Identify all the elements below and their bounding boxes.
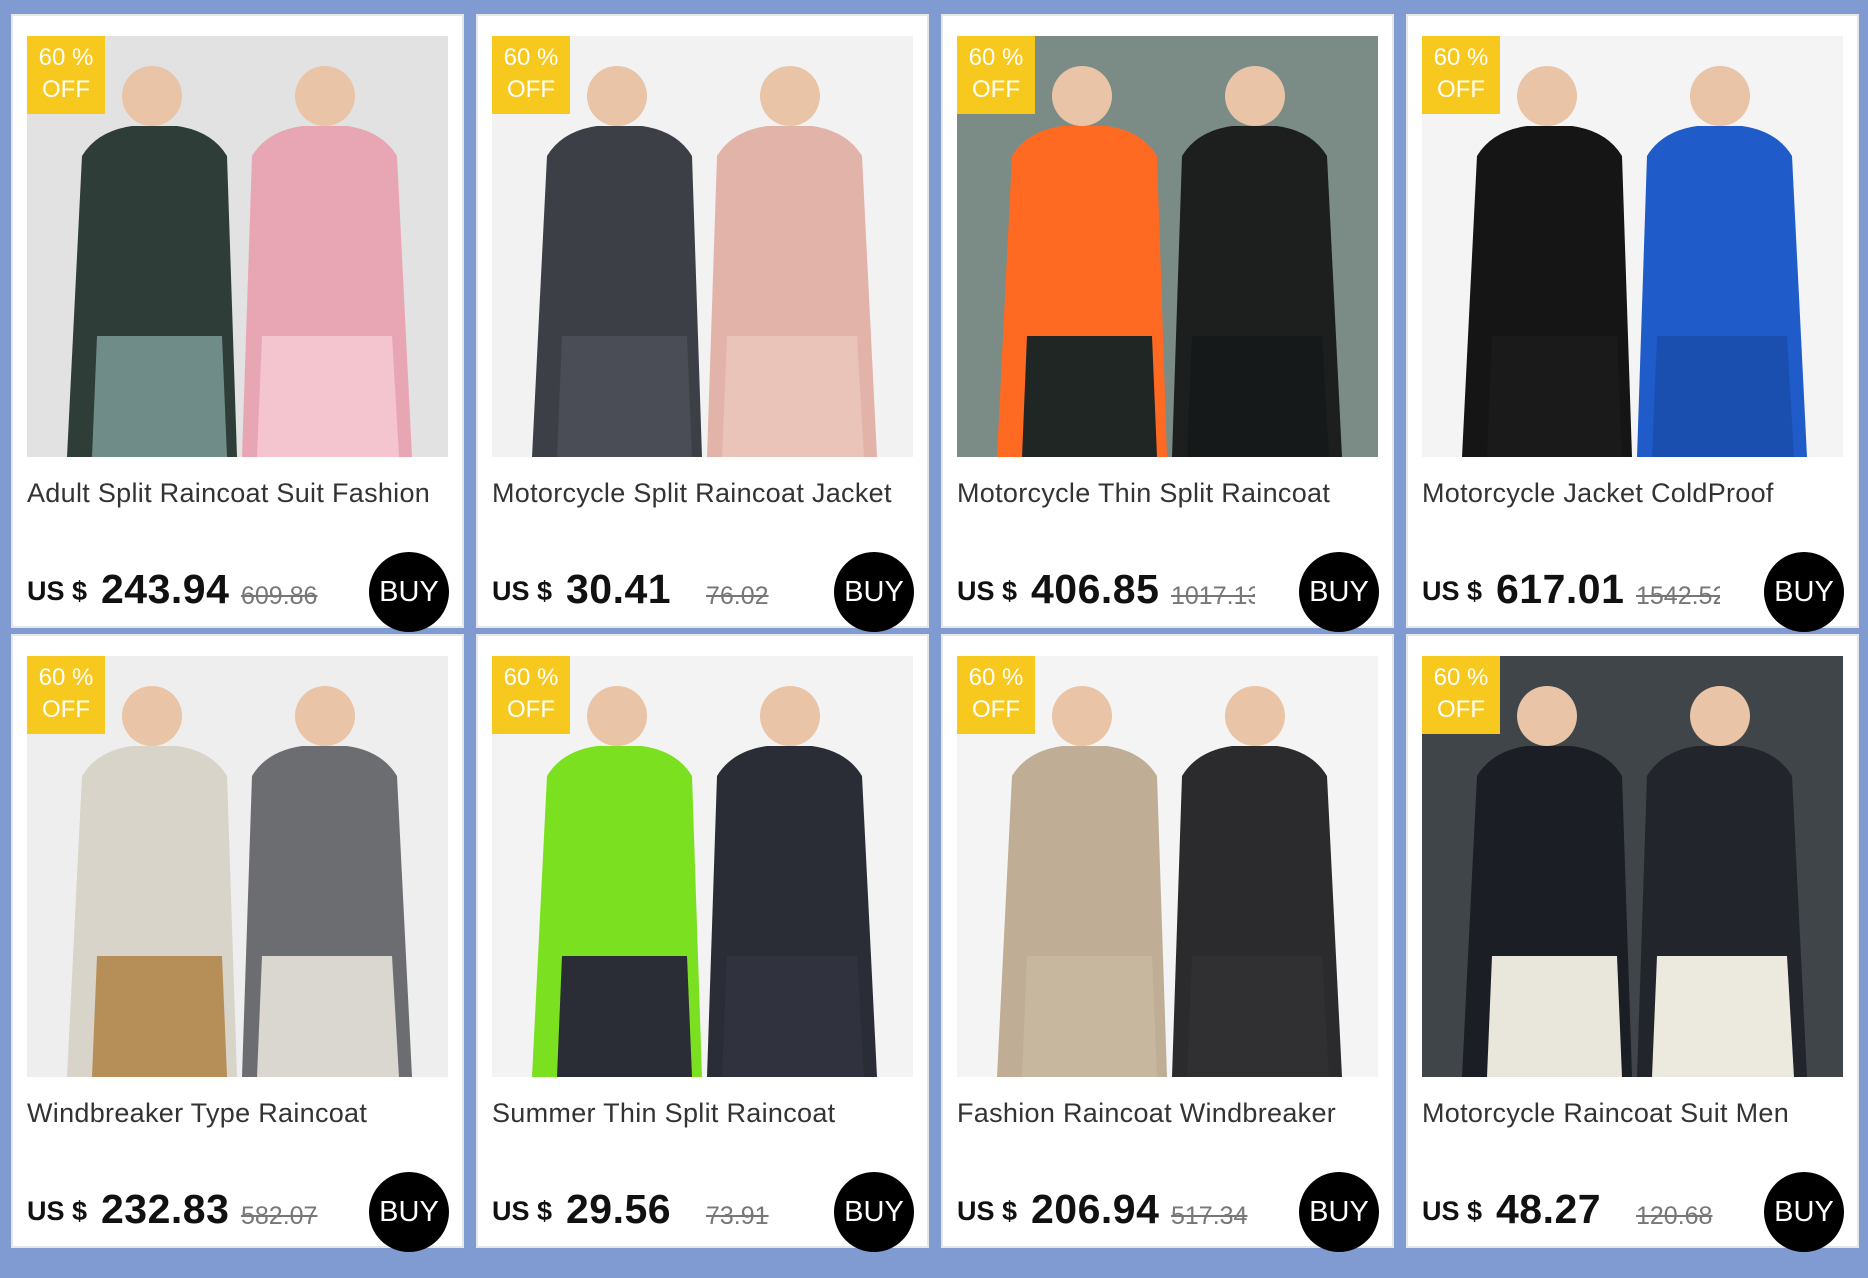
product-title[interactable]: Adult Split Raincoat Suit Fashion bbox=[27, 478, 452, 509]
product-title[interactable]: Summer Thin Split Raincoat bbox=[492, 1098, 917, 1129]
original-price: 582.07 bbox=[241, 1202, 318, 1230]
sale-price: 232.83 bbox=[101, 1186, 230, 1232]
discount-badge: 60 % OFF bbox=[492, 656, 570, 734]
product-card[interactable]: 60 % OFF Motorcycle Split Raincoat Jacke… bbox=[476, 14, 929, 632]
discount-off-label: OFF bbox=[507, 696, 555, 723]
original-price: 1017.13 bbox=[1171, 582, 1255, 610]
sale-price: 243.94 bbox=[101, 566, 230, 612]
currency-label: US $ bbox=[27, 1196, 88, 1226]
discount-off-label: OFF bbox=[1437, 76, 1485, 103]
discount-off-label: OFF bbox=[42, 696, 90, 723]
product-card[interactable]: 60 % OFF Motorcycle Thin Split Raincoat … bbox=[941, 14, 1394, 632]
product-title[interactable]: Fashion Raincoat Windbreaker bbox=[957, 1098, 1382, 1129]
product-title[interactable]: Motorcycle Thin Split Raincoat bbox=[957, 478, 1382, 509]
sale-price: 206.94 bbox=[1031, 1186, 1160, 1232]
discount-off-label: OFF bbox=[42, 76, 90, 103]
discount-badge: 60 % OFF bbox=[1422, 656, 1500, 734]
original-price: 609.86 bbox=[241, 582, 318, 610]
currency-label: US $ bbox=[957, 576, 1018, 606]
currency-label: US $ bbox=[1422, 1196, 1483, 1226]
discount-badge: 60 % OFF bbox=[492, 36, 570, 114]
buy-button[interactable]: BUY bbox=[1764, 552, 1844, 632]
product-title[interactable]: Windbreaker Type Raincoat bbox=[27, 1098, 452, 1129]
product-title[interactable]: Motorcycle Jacket ColdProof bbox=[1422, 478, 1847, 509]
product-card[interactable]: 60 % OFF Motorcycle Jacket ColdProof US … bbox=[1406, 14, 1859, 632]
original-price: 120.68 bbox=[1636, 1202, 1713, 1230]
original-price: 76.02 bbox=[706, 582, 769, 610]
product-card[interactable]: 60 % OFF Fashion Raincoat Windbreaker US… bbox=[941, 634, 1394, 1252]
product-title[interactable]: Motorcycle Raincoat Suit Men bbox=[1422, 1098, 1847, 1129]
discount-percent: 60 % bbox=[38, 44, 94, 71]
currency-label: US $ bbox=[1422, 576, 1483, 606]
discount-off-label: OFF bbox=[972, 696, 1020, 723]
sale-price: 406.85 bbox=[1031, 566, 1160, 612]
discount-percent: 60 % bbox=[503, 44, 559, 71]
buy-button[interactable]: BUY bbox=[1299, 1172, 1379, 1252]
discount-badge: 60 % OFF bbox=[957, 656, 1035, 734]
buy-button[interactable]: BUY bbox=[1764, 1172, 1844, 1252]
currency-label: US $ bbox=[27, 576, 88, 606]
buy-button[interactable]: BUY bbox=[834, 1172, 914, 1252]
discount-percent: 60 % bbox=[503, 664, 559, 691]
buy-button[interactable]: BUY bbox=[1299, 552, 1379, 632]
sale-price: 30.41 bbox=[566, 566, 672, 612]
discount-off-label: OFF bbox=[1437, 696, 1485, 723]
product-card[interactable]: 60 % OFF Windbreaker Type Raincoat US $ … bbox=[11, 634, 464, 1252]
sale-price: 29.56 bbox=[566, 1186, 672, 1232]
original-price: 1542.52 bbox=[1636, 582, 1720, 610]
buy-button[interactable]: BUY bbox=[369, 552, 449, 632]
discount-off-label: OFF bbox=[507, 76, 555, 103]
currency-label: US $ bbox=[492, 576, 553, 606]
currency-label: US $ bbox=[957, 1196, 1018, 1226]
product-grid: 60 % OFF Adult Split Raincoat Suit Fashi… bbox=[11, 14, 1859, 1252]
buy-button[interactable]: BUY bbox=[834, 552, 914, 632]
discount-off-label: OFF bbox=[972, 76, 1020, 103]
discount-badge: 60 % OFF bbox=[27, 36, 105, 114]
discount-percent: 60 % bbox=[1433, 44, 1489, 71]
discount-percent: 60 % bbox=[1433, 664, 1489, 691]
discount-percent: 60 % bbox=[968, 44, 1024, 71]
buy-button[interactable]: BUY bbox=[369, 1172, 449, 1252]
currency-label: US $ bbox=[492, 1196, 553, 1226]
original-price: 517.34 bbox=[1171, 1202, 1248, 1230]
discount-badge: 60 % OFF bbox=[957, 36, 1035, 114]
sale-price: 617.01 bbox=[1496, 566, 1625, 612]
discount-badge: 60 % OFF bbox=[1422, 36, 1500, 114]
discount-percent: 60 % bbox=[38, 664, 94, 691]
discount-percent: 60 % bbox=[968, 664, 1024, 691]
product-title[interactable]: Motorcycle Split Raincoat Jacket bbox=[492, 478, 917, 509]
product-card[interactable]: 60 % OFF Adult Split Raincoat Suit Fashi… bbox=[11, 14, 464, 632]
discount-badge: 60 % OFF bbox=[27, 656, 105, 734]
product-card[interactable]: 60 % OFF Motorcycle Raincoat Suit Men US… bbox=[1406, 634, 1859, 1252]
original-price: 73.91 bbox=[706, 1202, 769, 1230]
product-card[interactable]: 60 % OFF Summer Thin Split Raincoat US $… bbox=[476, 634, 929, 1252]
sale-price: 48.27 bbox=[1496, 1186, 1602, 1232]
